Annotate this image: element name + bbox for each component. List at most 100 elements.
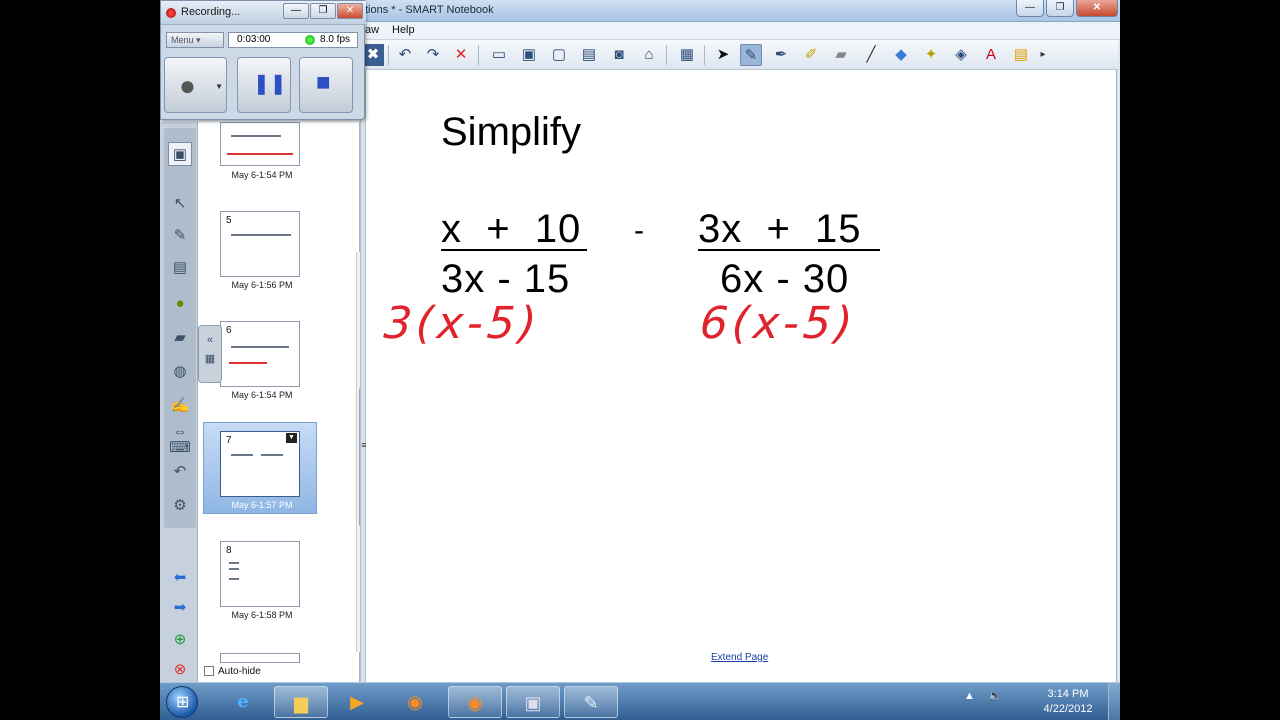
tray-area: ▲ 🔈 (964, 689, 1002, 702)
gallery-tool-icon[interactable]: ▤ (168, 256, 192, 280)
page-thumbnail[interactable]: 8 (220, 541, 300, 607)
window-title: tions * - SMART Notebook (365, 4, 494, 16)
next-page-icon[interactable]: ➡ (168, 596, 192, 620)
show-hidden-icons-icon[interactable]: ▲ (964, 690, 975, 702)
record-icon: ● (179, 70, 196, 101)
notebook-page-canvas[interactable]: Simplify x + 10 3x - 15 - 3x + 15 6x - 3… (366, 70, 1117, 682)
screen-shade-icon[interactable]: ▭ (488, 44, 510, 66)
autohide-option[interactable]: Auto-hide (204, 666, 261, 677)
add-page-icon[interactable]: ⊕ (168, 628, 192, 652)
recorder-restore-button[interactable]: ❐ (310, 3, 336, 19)
line-icon[interactable]: ╱ (860, 44, 882, 66)
green-ball-icon[interactable]: ● (168, 292, 192, 316)
file-explorer-icon[interactable]: ▆ (274, 686, 328, 718)
capture-icon[interactable]: ◙ (608, 44, 630, 66)
record-options-arrow-icon[interactable]: ▼ (215, 82, 223, 91)
thumbnail-text (261, 454, 283, 456)
highlighter-icon[interactable]: ✐ (800, 44, 822, 66)
page-thumbnail[interactable] (220, 653, 300, 663)
undo-tool-icon[interactable]: ↶ (168, 460, 192, 484)
shape-icon[interactable]: ◆ (890, 44, 912, 66)
recorder-menu-label: Menu (171, 35, 194, 45)
stop-button[interactable]: ■ (299, 57, 353, 113)
shape-tool-icon[interactable]: ◍ (168, 360, 192, 384)
internet-explorer-icon[interactable]: e (216, 686, 270, 718)
firefox-icon[interactable]: ◉ (388, 686, 442, 718)
fill-icon[interactable]: ◈ (950, 44, 972, 66)
undo-icon[interactable]: ↶ (394, 44, 416, 66)
text-icon[interactable]: A (980, 44, 1002, 66)
smart-notebook-task-icon[interactable]: ✎ (564, 686, 618, 718)
thumbnail-text (231, 135, 281, 137)
volume-icon[interactable]: 🔈 (988, 690, 1002, 702)
previous-page-icon[interactable]: ⬅ (168, 566, 192, 590)
maximize-button[interactable]: ❐ (1046, 0, 1074, 17)
select-tool-icon[interactable]: ↖ (168, 192, 192, 216)
thumbnail-caption: May 6-1:58 PM (231, 610, 293, 620)
recorder-minimize-button[interactable]: — (283, 3, 309, 19)
start-button[interactable]: ⊞ (166, 686, 198, 718)
notes-tool-icon[interactable]: ✍ (168, 394, 192, 418)
menu-help[interactable]: Help (392, 24, 415, 36)
firefox-window-icon[interactable]: ◉ (448, 686, 502, 718)
eraser-icon[interactable]: ▰ (830, 44, 852, 66)
display-icon[interactable]: ▤ (578, 44, 600, 66)
thumbnail-caption: May 6-1:54 PM (231, 390, 293, 400)
creative-pen-icon[interactable]: ✒ (770, 44, 792, 66)
select-arrow-icon[interactable]: ➤ (712, 44, 734, 66)
recorder-titlebar[interactable]: Recording... — ❐ ✕ (161, 1, 366, 25)
recording-dot-icon (166, 8, 176, 18)
pause-button[interactable]: ❚❚ (237, 57, 291, 113)
toolbar-separator (666, 45, 667, 65)
windows-logo-icon: ⊞ (176, 694, 190, 711)
sidebar-collapse-tab[interactable]: « ▦ (198, 325, 222, 383)
thumbnail-caption: May 6-1:56 PM (231, 280, 293, 290)
properties-icon[interactable]: ▤ (1010, 44, 1032, 66)
recorder-task-icon[interactable]: ▣ (506, 686, 560, 718)
page-sorter-tab-icon[interactable]: ▣ (168, 142, 192, 166)
windows-taskbar: ⊞ e ▆ ▶ ◉ ◉ ▣ ✎ ▲ 🔈 3:14 PM 4/22/2012 (160, 682, 1120, 720)
show-desktop-button[interactable] (1108, 683, 1120, 720)
window-controls: — ❐ ✕ (1016, 0, 1118, 17)
menu-draw[interactable]: aw (365, 24, 379, 36)
recorder-menu-dropdown[interactable]: Menu ▾ (166, 32, 224, 48)
recorder-widget[interactable]: Recording... — ❐ ✕ Menu ▾ 0:03:00 8.0 fp… (160, 0, 366, 120)
thumbnail-number: 6 (226, 325, 232, 336)
grip-icon: ▦ (204, 353, 216, 365)
delete-page-icon[interactable]: ⊗ (168, 658, 192, 682)
system-clock[interactable]: 3:14 PM 4/22/2012 (1036, 687, 1100, 717)
dual-display-icon[interactable]: ▢ (548, 44, 570, 66)
recorder-close-button[interactable]: ✕ (337, 3, 363, 19)
keyboard-icon[interactable]: ⌨ (168, 436, 192, 460)
status-led-icon (305, 35, 315, 45)
page-thumbnail-selected[interactable]: 7 ▼ (220, 431, 300, 497)
close-button[interactable]: ✕ (1076, 0, 1118, 17)
page-menu-dropdown-icon[interactable]: ▼ (286, 433, 297, 443)
full-screen-icon[interactable]: ▣ (518, 44, 540, 66)
record-button[interactable]: ● ▼ (164, 57, 227, 113)
eraser-tool-icon[interactable]: ▰ (168, 326, 192, 350)
side-tab-strip: ▣ ↖ ✎ ▤ ● ▰ ◍ ✍ ⇔ ⌨ ↶ ⚙ ⬅ ➡ ⊕ ⊗ (160, 122, 198, 682)
pen-icon[interactable]: ✎ (740, 44, 762, 66)
media-player-icon[interactable]: ▶ (330, 686, 384, 718)
more-tools-icon[interactable]: ▸ (1032, 44, 1054, 66)
thumbnail-caption: May 6-1:54 PM (231, 170, 293, 180)
delete-icon[interactable]: ✕ (450, 44, 472, 66)
settings-gear-icon[interactable]: ⚙ (168, 494, 192, 518)
stop-icon: ■ (316, 69, 331, 96)
delete-page-icon[interactable]: ✖ (362, 44, 384, 66)
fraction1-numerator: x + 10 (441, 207, 582, 251)
extend-page-link[interactable]: Extend Page (711, 652, 768, 663)
page-thumbnail[interactable]: 6 (220, 321, 300, 387)
redo-icon[interactable]: ↷ (422, 44, 444, 66)
page-thumbnail[interactable] (220, 122, 300, 166)
magic-pen-icon[interactable]: ✦ (920, 44, 942, 66)
pen-tool-icon[interactable]: ✎ (168, 224, 192, 248)
collapse-double-left-icon[interactable]: « (202, 334, 218, 346)
document-camera-icon[interactable]: ⌂ (638, 44, 660, 66)
autohide-checkbox[interactable] (204, 666, 214, 677)
page-thumbnail[interactable]: 5 (220, 211, 300, 277)
minimize-button[interactable]: — (1016, 0, 1044, 17)
toolbar-separator (704, 45, 705, 65)
table-icon[interactable]: ▦ (676, 44, 698, 66)
